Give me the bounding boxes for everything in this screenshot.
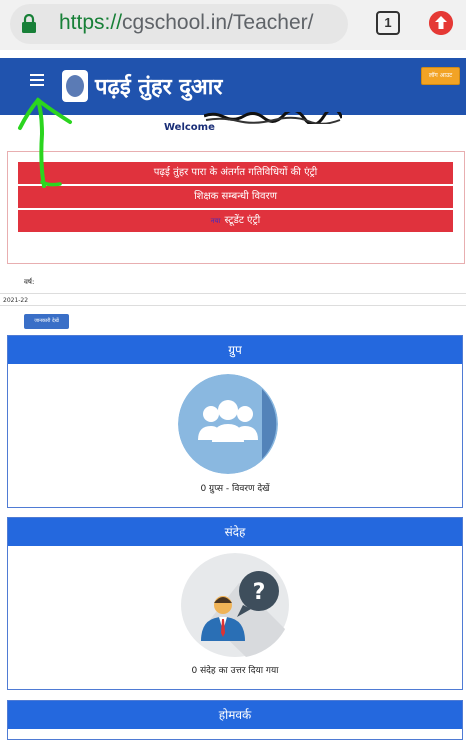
- logout-button[interactable]: लॉग आउट: [421, 67, 460, 85]
- url-text[interactable]: https://cgschool.in/Teacher/: [59, 11, 313, 35]
- browser-toolbar: https://cgschool.in/Teacher/ 1: [0, 0, 466, 50]
- question-person-icon: ?: [181, 553, 291, 658]
- redaction-scribble: [204, 112, 342, 124]
- doubts-caption[interactable]: 0 संदेह का उत्तर दिया गया: [8, 663, 462, 676]
- annotation-arrow: [18, 97, 72, 188]
- year-label: वर्ष:: [24, 278, 35, 286]
- app-title: पढ़ई तुंहर दुआर: [95, 75, 223, 100]
- year-select[interactable]: 2021-22: [0, 293, 466, 306]
- homework-panel-title: होमवर्क: [8, 701, 462, 729]
- student-entry-button[interactable]: नया स्टूडेंट एंट्री: [18, 210, 453, 232]
- new-badge: नया: [210, 217, 221, 225]
- svg-text:?: ?: [253, 580, 266, 605]
- hamburger-menu-icon[interactable]: [30, 74, 44, 89]
- activity-entry-button[interactable]: पढ़ई तुंहर पारा के अंतर्गत गतिविधियों की…: [18, 162, 453, 184]
- teacher-details-label: शिक्षक सम्बन्धी विवरण: [194, 191, 277, 202]
- groups-caption[interactable]: 0 ग्रुप्स - विवरण देखें: [8, 481, 462, 494]
- url-path: cgschool.in/Teacher/: [122, 11, 314, 34]
- teacher-details-button[interactable]: शिक्षक सम्बन्धी विवरण: [18, 186, 453, 208]
- activity-entry-label: पढ़ई तुंहर पारा के अंतर्गत गतिविधियों की…: [153, 167, 318, 178]
- view-info-button[interactable]: जानकारी देखें: [24, 314, 69, 329]
- lock-icon: [22, 14, 36, 33]
- url-scheme: https://: [59, 11, 123, 34]
- update-arrow-icon[interactable]: [429, 11, 453, 35]
- doubts-panel-title: संदेह: [8, 518, 462, 546]
- student-entry-label: स्टूडेंट एंट्री: [224, 215, 261, 226]
- group-icon: [178, 374, 278, 474]
- homework-panel: होमवर्क: [7, 700, 463, 740]
- groups-panel-title: ग्रुप: [8, 336, 462, 364]
- tab-switcher-button[interactable]: 1: [376, 11, 400, 35]
